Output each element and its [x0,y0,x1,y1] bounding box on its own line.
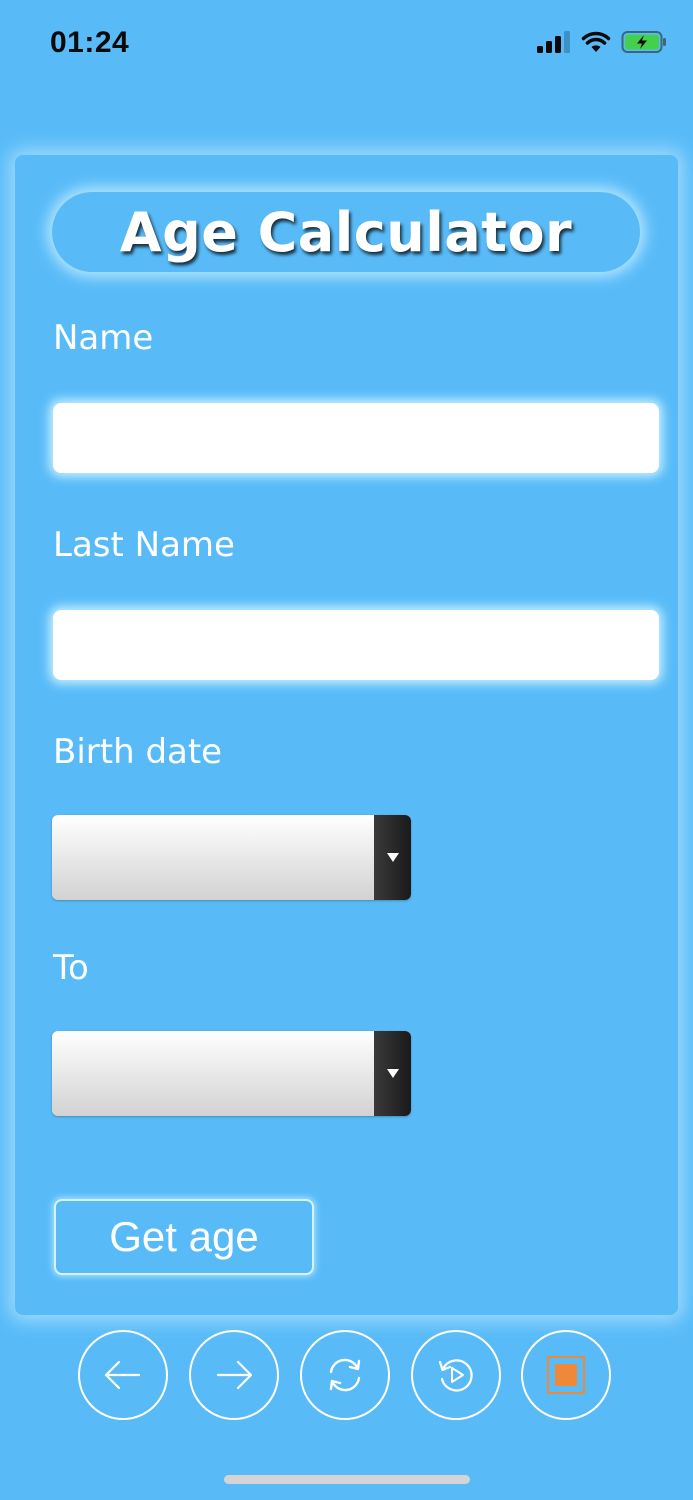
to-date-dropdown-button[interactable] [374,1031,411,1116]
title-banner: Age Calculator [52,192,640,272]
last-name-label: Last Name [53,525,235,565]
to-date-select[interactable] [52,1031,411,1116]
stop-icon [547,1356,585,1394]
status-bar: 01:24 [0,0,693,90]
wifi-icon [581,31,611,52]
chevron-down-icon [386,1069,399,1078]
name-input[interactable] [53,403,659,473]
cellular-signal-icon [537,31,570,53]
browser-toolbar [0,1316,693,1500]
birth-date-label: Birth date [53,732,223,772]
refresh-button[interactable] [300,1330,390,1420]
replay-button[interactable] [411,1330,501,1420]
replay-icon [438,1359,473,1392]
last-name-input[interactable] [53,610,659,680]
forward-button[interactable] [189,1330,279,1420]
battery-charging-icon [621,31,666,53]
stop-button[interactable] [521,1330,611,1420]
arrow-right-icon [216,1360,253,1390]
home-indicator [224,1475,470,1484]
arrow-left-icon [104,1360,141,1390]
name-label: Name [53,318,154,358]
to-label: To [53,948,89,988]
birth-date-select[interactable] [52,815,411,900]
get-age-button[interactable]: Get age [54,1199,314,1275]
back-button[interactable] [78,1330,168,1420]
app-title: Age Calculator [119,200,573,264]
refresh-icon [329,1358,361,1392]
status-time: 01:24 [50,26,130,59]
chevron-down-icon [386,853,399,862]
status-icons [537,30,667,54]
birth-date-dropdown-button[interactable] [374,815,411,900]
calculator-card: Age Calculator Name Last Name Birth date… [15,155,678,1315]
